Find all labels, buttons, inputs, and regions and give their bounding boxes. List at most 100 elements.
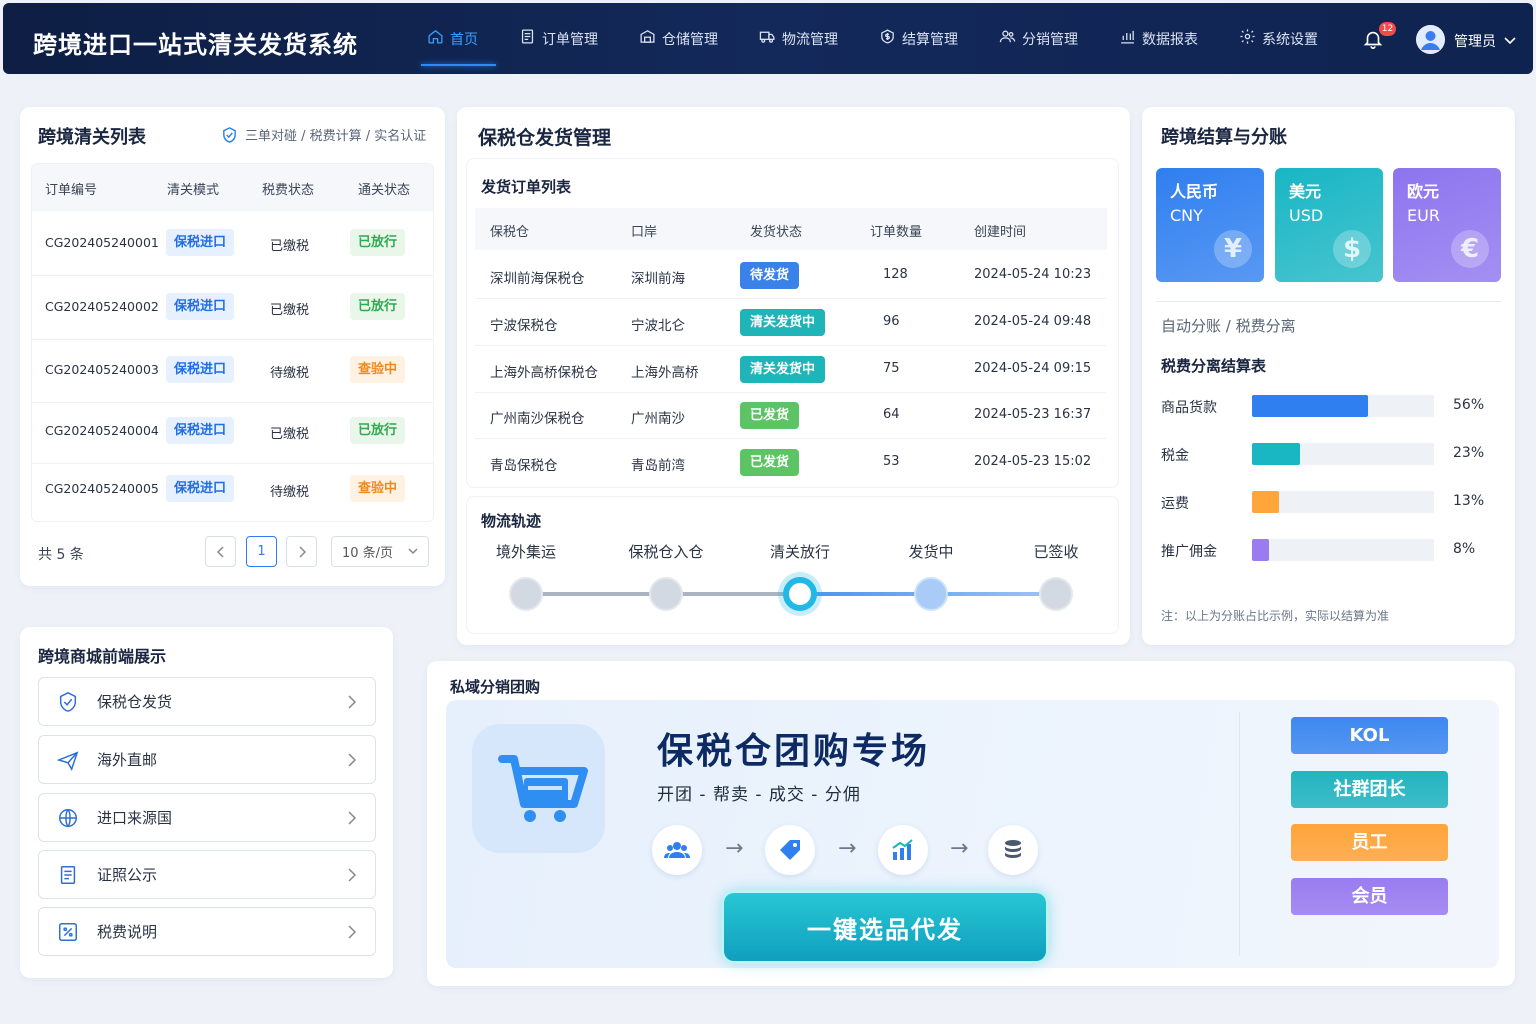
split-label: 推广佣金 xyxy=(1161,544,1217,560)
coins-icon xyxy=(988,825,1038,875)
chevron-left-icon xyxy=(216,545,224,558)
order-qty: 64 xyxy=(883,407,900,422)
currency-code: EUR xyxy=(1407,206,1440,225)
split-bar-track xyxy=(1252,395,1434,417)
document-icon xyxy=(57,864,79,886)
settlement-icon xyxy=(879,28,896,49)
chevron-right-icon xyxy=(348,753,357,767)
home-icon xyxy=(427,28,444,49)
role-button[interactable]: KOL xyxy=(1291,717,1448,754)
warehouse-name[interactable]: 深圳前海保税仓 xyxy=(490,267,585,287)
row-divider xyxy=(475,438,1107,439)
globe-icon xyxy=(57,807,79,829)
chevron-right-icon xyxy=(348,868,357,882)
currency-tile[interactable]: 美元 USD $ xyxy=(1275,168,1383,282)
nav-home[interactable]: 首页 xyxy=(415,3,496,74)
nav-distribution[interactable]: 分销管理 xyxy=(987,3,1090,74)
row-divider xyxy=(32,275,433,276)
notification-badge: 12 xyxy=(1379,22,1396,36)
page-size-value: 10 条/页 xyxy=(342,546,394,561)
order-id[interactable]: CG202405240003 xyxy=(45,362,159,377)
group-tagline: 开团 - 帮卖 - 成交 - 分佣 xyxy=(657,785,861,805)
tax-status: 待缴税 xyxy=(270,366,310,381)
mall-item-label: 保税仓发货 xyxy=(97,693,173,711)
avatar[interactable] xyxy=(1416,25,1445,54)
role-button[interactable]: 会员 xyxy=(1291,878,1448,915)
app-title: 跨境进口一站式清关发货系统 xyxy=(33,31,358,59)
step-node xyxy=(783,577,817,611)
order-id[interactable]: CG202405240005 xyxy=(45,481,159,496)
order-id[interactable]: CG202405240001 xyxy=(45,235,159,250)
order-qty: 75 xyxy=(883,361,900,376)
ship-status-badge: 已发货 xyxy=(740,402,800,429)
chevron-right-icon xyxy=(348,695,357,709)
nav-orders[interactable]: 订单管理 xyxy=(507,3,610,74)
warehouse-name[interactable]: 宁波保税仓 xyxy=(490,314,558,334)
user-menu[interactable]: 管理员 xyxy=(1454,31,1516,51)
split-bar-track xyxy=(1252,539,1434,561)
mall-item-license[interactable]: 证照公示 xyxy=(38,850,376,899)
row-divider xyxy=(32,339,433,340)
split-percent: 56% xyxy=(1453,397,1485,413)
split-bar-fill xyxy=(1252,539,1269,561)
column-header: 创建时间 xyxy=(974,225,1027,240)
tax-status: 已缴税 xyxy=(270,427,310,442)
top-bar: 跨境进口一站式清关发货系统 首页 订单管理 仓储管理 物流管理 结算管理 分销管… xyxy=(3,3,1533,74)
status-badge: 查验中 xyxy=(350,475,406,502)
column-header: 清关模式 xyxy=(167,183,220,198)
nav-settlement[interactable]: 结算管理 xyxy=(867,3,970,74)
banner-divider xyxy=(1239,712,1240,956)
mall-item-label: 进口来源国 xyxy=(97,809,173,827)
clearance-table xyxy=(31,163,434,522)
gear-icon xyxy=(1239,28,1256,49)
order-id[interactable]: CG202405240004 xyxy=(45,423,159,438)
tax-status: 已缴税 xyxy=(270,303,310,318)
mall-item-bonded[interactable]: 保税仓发货 xyxy=(38,677,376,726)
next-page-button[interactable] xyxy=(286,536,317,567)
prev-page-button[interactable] xyxy=(205,536,236,567)
page-number-button[interactable]: 1 xyxy=(246,536,277,567)
nav-label: 分销管理 xyxy=(1022,31,1078,48)
warehouse-name[interactable]: 上海外高桥保税仓 xyxy=(490,361,598,381)
row-divider xyxy=(32,402,433,403)
created-time: 2024-05-24 10:23 xyxy=(974,267,1092,282)
ship-status-badge: 清关发货中 xyxy=(740,356,826,383)
clearance-title: 跨境清关列表 xyxy=(38,127,146,148)
currency-tile[interactable]: 欧元 EUR € xyxy=(1393,168,1501,282)
column-header: 口岸 xyxy=(631,225,658,240)
status-badge: 查验中 xyxy=(350,356,406,383)
created-time: 2024-05-24 09:48 xyxy=(974,314,1092,329)
user-name: 管理员 xyxy=(1454,34,1496,50)
role-button[interactable]: 社群团长 xyxy=(1291,771,1448,808)
column-header: 发货状态 xyxy=(750,225,803,240)
step-node xyxy=(649,577,683,611)
currency-name: 欧元 xyxy=(1407,182,1440,201)
warehouse-name[interactable]: 广州南沙保税仓 xyxy=(490,407,585,427)
mall-item-direct-mail[interactable]: 海外直邮 xyxy=(38,735,376,784)
nav-warehouse[interactable]: 仓储管理 xyxy=(627,3,730,74)
warehouse-name[interactable]: 青岛保税仓 xyxy=(490,454,558,474)
status-badge: 已放行 xyxy=(350,229,406,256)
nav-settings[interactable]: 系统设置 xyxy=(1227,3,1330,74)
row-divider xyxy=(32,463,433,464)
truck-icon xyxy=(759,28,776,49)
pagination-total: 共 5 条 xyxy=(38,547,84,563)
role-button[interactable]: 员工 xyxy=(1291,824,1448,861)
arrow-right-icon: → xyxy=(838,836,857,861)
order-id[interactable]: CG202405240002 xyxy=(45,299,159,314)
page-size-select[interactable]: 10 条/页 xyxy=(331,536,429,567)
nav-logistics[interactable]: 物流管理 xyxy=(747,3,850,74)
step-node xyxy=(1039,577,1073,611)
currency-tile[interactable]: 人民币 CNY ¥ xyxy=(1156,168,1264,282)
cta-button[interactable]: 一键选品代发 xyxy=(724,893,1046,961)
port-name: 青岛前湾 xyxy=(631,458,685,474)
mall-item-tax-info[interactable]: 税费说明 xyxy=(38,907,376,956)
settlement-subtitle: 自动分账 / 税费分离 xyxy=(1161,317,1296,335)
port-name: 广州南沙 xyxy=(631,411,685,427)
mall-item-origin[interactable]: 进口来源国 xyxy=(38,793,376,842)
currency-name: 美元 xyxy=(1289,182,1322,201)
currency-coin-icon: € xyxy=(1451,230,1489,268)
cta-label: 一键选品代发 xyxy=(807,915,963,944)
port-name: 上海外高桥 xyxy=(631,365,699,381)
nav-reports[interactable]: 数据报表 xyxy=(1107,3,1210,74)
